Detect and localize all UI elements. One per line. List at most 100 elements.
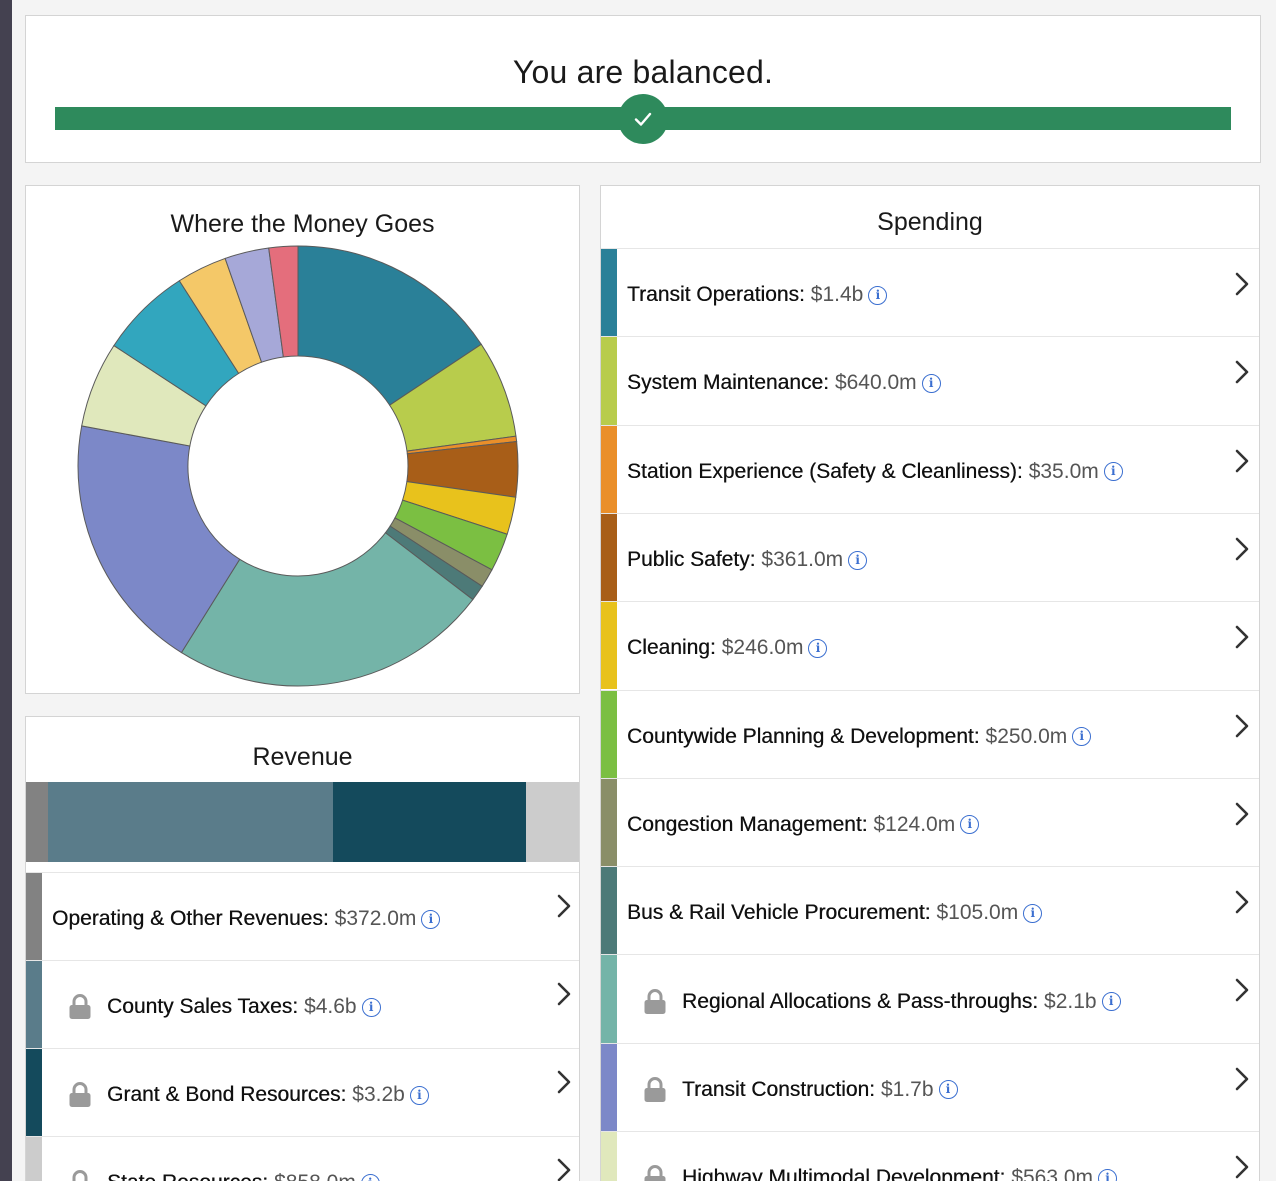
info-icon[interactable]: i <box>921 373 941 393</box>
spending-row-text: Congestion Management: $124.0m i <box>627 784 980 866</box>
info-icon[interactable]: i <box>960 815 980 835</box>
revenue-bar-segment-0[interactable] <box>26 782 49 862</box>
spending-row-name: Cleaning: <box>627 636 716 660</box>
spending-row[interactable]: Highway Multimodal Development: $563.0m i <box>601 1131 1259 1181</box>
revenue-row-color-swatch <box>26 873 42 960</box>
revenue-row-amount: $372.0m <box>334 907 417 930</box>
info-icon[interactable]: i <box>1103 462 1123 482</box>
spending-row-text: Countywide Planning & Development: $250.0… <box>627 696 1092 778</box>
lock-icon <box>643 988 667 1015</box>
spending-row-text: Highway Multimodal Development: $563.0m i <box>643 1137 1118 1181</box>
spending-row-color-swatch <box>601 690 617 778</box>
info-icon[interactable]: i <box>409 1085 429 1105</box>
revenue-bar <box>26 782 579 862</box>
info-icon[interactable]: i <box>848 550 868 570</box>
spending-row[interactable]: System Maintenance: $640.0m i <box>601 336 1259 425</box>
spending-row-color-swatch <box>601 513 617 602</box>
info-icon[interactable]: i <box>1101 992 1121 1012</box>
spending-row-amount: $1.4b <box>810 283 864 307</box>
info-icon[interactable]: i <box>421 909 441 929</box>
chevron-right-icon[interactable] <box>1231 534 1253 564</box>
spending-row-text: Transit Construction: $1.7b i <box>643 1049 958 1131</box>
info-icon[interactable]: i <box>868 285 888 305</box>
spending-row[interactable]: Congestion Management: $124.0m i <box>601 777 1259 867</box>
revenue-row-text: State Resources: $858.0m i <box>68 1142 380 1181</box>
spending-row[interactable]: Cleaning: $246.0m i <box>601 601 1259 690</box>
revenue-row-name: County Sales Taxes: <box>107 995 299 1018</box>
revenue-row-amount: $3.2b <box>352 1083 405 1106</box>
spending-row[interactable]: Transit Construction: $1.7b i <box>601 1042 1259 1131</box>
spending-row-amount: $361.0m <box>761 548 844 572</box>
chevron-right-icon[interactable] <box>1231 711 1253 741</box>
info-icon[interactable]: i <box>808 638 828 658</box>
spending-row-name: Transit Construction: <box>682 1077 875 1101</box>
revenue-row-text: Operating & Other Revenues: $372.0m i <box>52 878 441 960</box>
revenue-bar-segment-2[interactable] <box>332 782 527 862</box>
spending-row-text: Public Safety: $361.0m i <box>627 519 868 601</box>
revenue-bar-segment-1[interactable] <box>48 782 333 862</box>
spending-row[interactable]: Regional Allocations & Pass-throughs: $2.… <box>601 954 1259 1043</box>
chevron-right-icon[interactable] <box>1231 446 1253 476</box>
chevron-right-icon[interactable] <box>553 1155 575 1181</box>
revenue-row[interactable]: Grant & Bond Resources: $3.2b i <box>26 1048 579 1136</box>
where-money-goes-panel: Where the Money Goes <box>25 185 580 694</box>
revenue-row-name: State Resources: <box>107 1171 268 1181</box>
revenue-row-color-swatch <box>26 961 42 1048</box>
revenue-row-color-swatch <box>26 1137 42 1181</box>
spending-row-text: Regional Allocations & Pass-throughs: $2.… <box>643 960 1121 1042</box>
balance-title: You are balanced. <box>512 54 774 90</box>
chevron-right-icon[interactable] <box>553 891 575 921</box>
chevron-right-icon[interactable] <box>1231 887 1253 917</box>
chevron-right-icon[interactable] <box>1231 975 1253 1005</box>
spending-row-color-swatch <box>601 1132 617 1181</box>
spending-row-name: System Maintenance: <box>627 371 829 395</box>
info-icon[interactable]: i <box>360 1173 380 1181</box>
revenue-row-amount: $858.0m <box>274 1171 356 1181</box>
spending-row-name: Congestion Management: <box>627 812 868 836</box>
balance-check-icon <box>618 94 668 144</box>
revenue-row[interactable]: County Sales Taxes: $4.6b i <box>26 960 579 1048</box>
revenue-row[interactable]: Operating & Other Revenues: $372.0m i <box>26 872 579 960</box>
spending-row-amount: $105.0m <box>936 901 1019 925</box>
donut-chart <box>77 245 519 687</box>
chevron-right-icon[interactable] <box>553 1067 575 1097</box>
spending-title: Spending <box>877 208 983 236</box>
spending-row[interactable]: Station Experience (Safety & Cleanliness… <box>601 424 1259 513</box>
spending-row-text: System Maintenance: $640.0m i <box>627 342 941 424</box>
info-icon[interactable]: i <box>938 1080 958 1100</box>
revenue-row-text: County Sales Taxes: $4.6b i <box>68 966 381 1048</box>
chevron-right-icon[interactable] <box>1231 799 1253 829</box>
revenue-title: Revenue <box>252 743 353 771</box>
chevron-right-icon[interactable] <box>1231 269 1253 299</box>
lock-icon <box>68 1082 92 1108</box>
lock-icon <box>68 994 92 1020</box>
chevron-right-icon[interactable] <box>1231 357 1253 387</box>
spending-row[interactable]: Transit Operations: $1.4b i <box>601 248 1259 337</box>
spending-row-amount: $563.0m <box>1011 1166 1094 1181</box>
spending-row-color-swatch <box>601 425 617 513</box>
spending-row[interactable]: Bus & Rail Vehicle Procurement: $105.0m i <box>601 866 1259 955</box>
balance-panel: You are balanced. <box>25 15 1261 163</box>
spending-row-name: Public Safety: <box>627 548 756 572</box>
revenue-row[interactable]: State Resources: $858.0m i <box>26 1136 579 1181</box>
spending-row-text: Transit Operations: $1.4b i <box>627 254 888 336</box>
spending-row-name: Bus & Rail Vehicle Procurement: <box>627 901 931 925</box>
chevron-right-icon[interactable] <box>1231 1152 1253 1181</box>
info-icon[interactable]: i <box>1072 727 1092 747</box>
revenue-row-name: Grant & Bond Resources: <box>107 1083 347 1106</box>
revenue-row-text: Grant & Bond Resources: $3.2b i <box>68 1054 429 1136</box>
revenue-bar-segment-3[interactable] <box>526 782 579 862</box>
donut-title: Where the Money Goes <box>170 210 435 238</box>
info-icon[interactable]: i <box>1098 1168 1118 1181</box>
chevron-right-icon[interactable] <box>1231 622 1253 652</box>
chevron-right-icon[interactable] <box>1231 1064 1253 1094</box>
info-icon[interactable]: i <box>1023 903 1043 923</box>
info-icon[interactable]: i <box>361 997 381 1017</box>
spending-row-color-swatch <box>601 249 617 337</box>
chevron-right-icon[interactable] <box>553 979 575 1009</box>
spending-row-name: Regional Allocations & Pass-throughs: <box>682 989 1039 1013</box>
spending-row[interactable]: Public Safety: $361.0m i <box>601 512 1259 602</box>
spending-row[interactable]: Countywide Planning & Development: $250.0… <box>601 689 1259 778</box>
spending-row-color-swatch <box>601 778 617 867</box>
revenue-row-name: Operating & Other Revenues: <box>52 907 329 930</box>
